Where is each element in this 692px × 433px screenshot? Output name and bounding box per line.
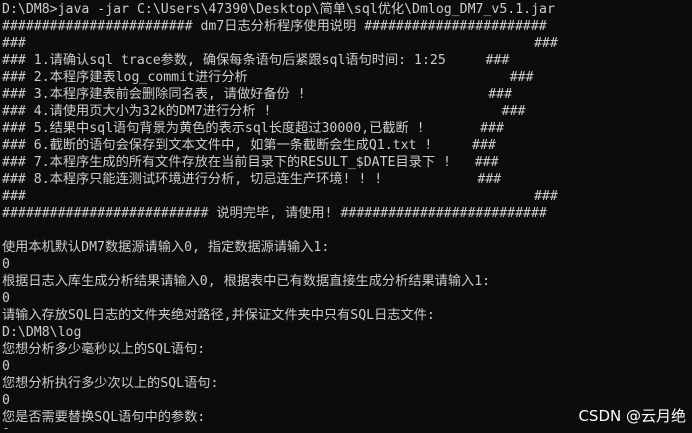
instruction-line-1: ### 1.请确认sql trace参数, 确保每条语句后紧跟sql语句时间: … — [2, 53, 510, 68]
prompt-datasource: 使用本机默认DM7数据源请输入0, 指定数据源请输入1: — [2, 240, 330, 255]
bottom-edge — [0, 429, 692, 433]
instruction-line-7: ### 7.本程序生成的所有文件存放在当前目录下的RESULT_$DATE目录下… — [2, 155, 499, 170]
prompt-analysis-mode: 根据日志入库生成分析结果请输入0, 根据表中已有数据直接生成分析结果请输入1: — [2, 274, 491, 289]
input-analysis-mode: 0 — [2, 291, 10, 306]
instruction-line-4: ### 4.请使用页大小为32k的DM7进行分析 ! ### — [2, 104, 526, 119]
csdn-watermark: CSDN @云月绝 — [578, 407, 686, 425]
instruction-line-2: ### 2.本程序建表log_commit进行分析 ### — [2, 70, 534, 85]
console-window[interactable]: D:\DM8>java -jar C:\Users\47390\Desktop\… — [0, 0, 692, 433]
prompt-exec-count: 您想分析执行多少次以上的SQL语句: — [2, 376, 219, 391]
instruction-line-5: ### 5.结果中sql语句背景为黄色的表示sql长度超过30000,已截断 !… — [2, 121, 504, 136]
prompt-milliseconds: 您想分析多少毫秒以上的SQL语句: — [2, 342, 206, 357]
command-line: D:\DM8>java -jar C:\Users\47390\Desktop\… — [2, 2, 555, 17]
input-milliseconds: 0 — [2, 359, 10, 374]
input-datasource: 0 — [2, 257, 10, 272]
input-log-folder: D:\DM8\log — [2, 325, 82, 340]
instruction-line-8: ### 8.本程序只能连测试环境进行分析, 切忌连生产环境! ! ! ### — [2, 172, 502, 187]
banner-title-line: ######################## dm7日志分析程序使用说明 #… — [2, 19, 547, 34]
instruction-line-6: ### 6.截断的语句会保存到文本文件中, 如第一条截断会生成Q1.txt ! … — [2, 138, 496, 153]
instruction-line-3: ### 3.本程序建表前会删除同名表, 请做好备份 ! ### — [2, 87, 513, 102]
banner-border-line: ### ### — [2, 36, 558, 51]
banner-footer-line: ########################## 说明完毕, 请使用! ##… — [2, 206, 547, 221]
prompt-log-folder: 请输入存放SQL日志的文件夹绝对路径,并保证文件夹中只有SQL日志文件: — [2, 308, 435, 323]
banner-border-line: ### ### — [2, 189, 558, 204]
